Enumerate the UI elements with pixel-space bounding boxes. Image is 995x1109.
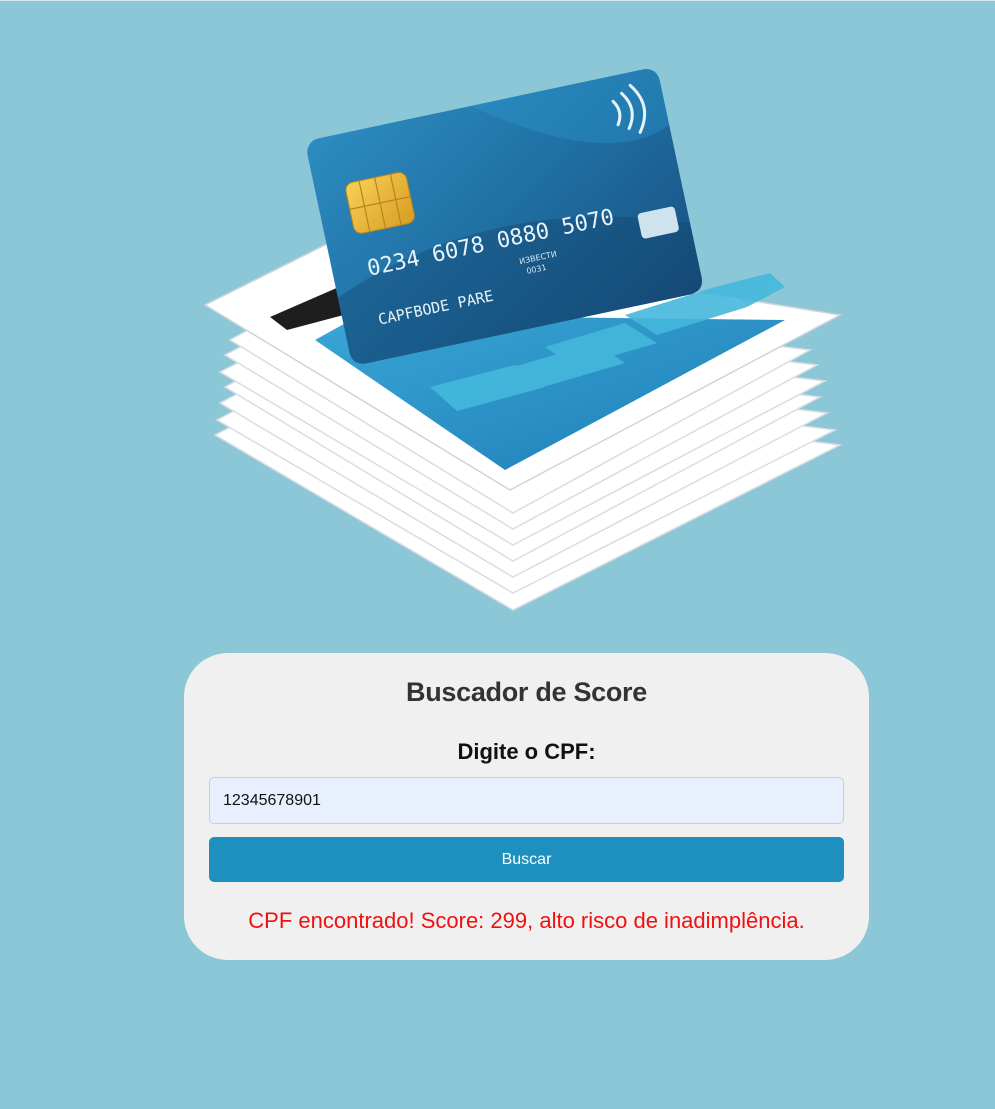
credit-card-illustration: 0234 6078 0880 5070 ИЗВЕСТИ 0031 CAPFBOD… xyxy=(195,25,855,625)
result-message: CPF encontrado! Score: 299, alto risco d… xyxy=(248,908,805,933)
paper-stack-card-image: 0234 6078 0880 5070 ИЗВЕСТИ 0031 CAPFBOD… xyxy=(203,68,843,611)
top-border xyxy=(0,0,995,1)
page-title: Buscador de Score xyxy=(406,677,647,707)
score-search-panel: Buscador de Score Digite o CPF: Buscar C… xyxy=(184,653,869,960)
cpf-input[interactable] xyxy=(209,777,844,824)
search-button[interactable]: Buscar xyxy=(209,837,844,882)
cpf-label: Digite o CPF: xyxy=(457,739,596,764)
